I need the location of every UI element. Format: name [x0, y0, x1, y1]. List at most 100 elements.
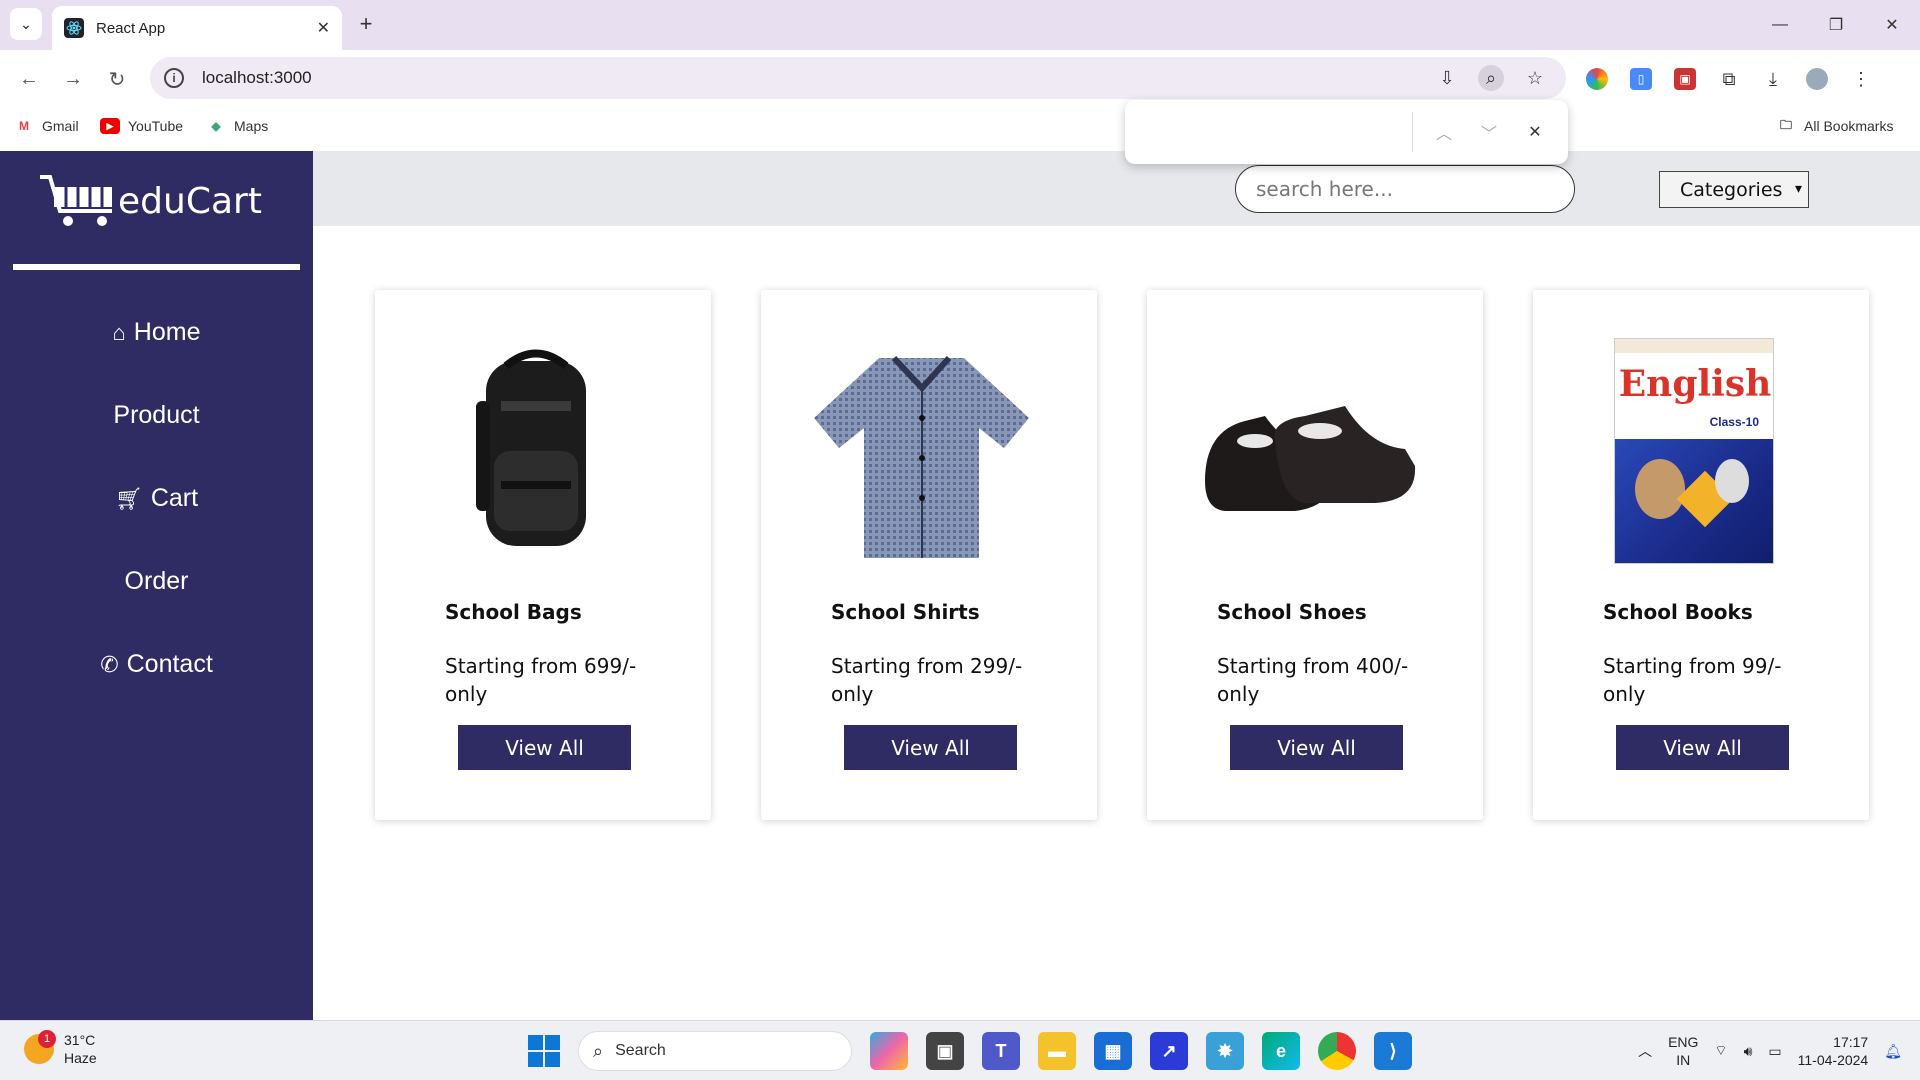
app-gear-icon[interactable]: ✸ — [1206, 1032, 1244, 1070]
browser-tab[interactable]: React App ✕ — [52, 6, 342, 50]
search-placeholder: search here... — [1256, 177, 1393, 201]
weather-temperature: 31°C — [64, 1032, 96, 1048]
tab-search-button[interactable]: ⌄ — [10, 8, 42, 40]
book-cover: English Class-10 — [1614, 338, 1774, 564]
folder-icon: 🗀 — [1779, 117, 1792, 132]
product-price: Starting from 299/- only — [831, 654, 1023, 706]
gmail-icon: M — [19, 119, 29, 133]
install-app-icon[interactable]: ⇩ — [1434, 65, 1460, 91]
react-favicon-icon — [64, 18, 84, 38]
nav-item-product[interactable]: Product — [0, 374, 313, 457]
microsoft-store-icon[interactable]: ▦ — [1094, 1032, 1132, 1070]
reload-button[interactable]: ↻ — [102, 64, 132, 94]
app-chart-icon[interactable]: ↗ — [1150, 1032, 1188, 1070]
view-all-button[interactable]: View All — [458, 725, 631, 770]
app-logo[interactable]: eduCart — [38, 173, 262, 229]
youtube-icon: ▶ — [100, 118, 120, 134]
bookmark-label: Maps — [234, 118, 269, 134]
teams-icon[interactable]: T — [982, 1032, 1020, 1070]
school-bag-image — [423, 338, 649, 564]
find-input[interactable] — [1143, 114, 1403, 150]
bookmark-gmail[interactable]: M Gmail — [14, 118, 79, 134]
taskbar-search-label: Search — [615, 1042, 666, 1059]
extension-docs-icon[interactable]: ▯ — [1630, 68, 1652, 90]
product-grid: School Bags Starting from 699/- only Vie… — [375, 290, 1869, 820]
categories-select[interactable]: Categories ▾ — [1659, 171, 1809, 208]
tab-close-icon[interactable]: ✕ — [317, 18, 330, 38]
find-close-icon[interactable]: ✕ — [1521, 118, 1549, 146]
app-header: search here... Categories ▾ — [313, 151, 1920, 226]
new-tab-button[interactable]: + — [352, 10, 380, 38]
downloads-icon[interactable]: ⤓ — [1762, 68, 1784, 90]
nav-item-home[interactable]: ⌂ Home — [0, 291, 313, 374]
address-bar[interactable]: i localhost:3000 ⇩ ⌕ ☆ — [150, 57, 1566, 99]
chevron-up-icon[interactable]: ︿ — [1638, 1041, 1652, 1061]
bookmark-youtube[interactable]: ▶ YouTube — [100, 118, 183, 134]
view-all-button[interactable]: View All — [844, 725, 1017, 770]
product-card-shoes: School Shoes Starting from 400/- only Vi… — [1147, 290, 1483, 820]
volume-icon[interactable]: 🔊︎ — [1744, 1043, 1753, 1060]
shopping-cart-logo-icon — [40, 175, 112, 226]
product-price: Starting from 99/- only — [1603, 654, 1782, 706]
book-title: English — [1618, 363, 1772, 405]
task-view-icon[interactable]: ▣ — [926, 1032, 964, 1070]
nav-item-contact[interactable]: ✆ Contact — [0, 623, 313, 706]
product-name: School Shirts — [831, 600, 980, 624]
url-text: localhost:3000 — [202, 68, 312, 87]
tab-title: React App — [96, 19, 166, 37]
nav-label: Home — [133, 318, 201, 346]
back-button[interactable]: ← — [14, 64, 44, 94]
nav-item-cart[interactable]: 🛒︎ Cart — [0, 457, 313, 540]
window-close-button[interactable]: ✕ — [1864, 0, 1920, 50]
browser-tab-strip: ⌄ React App ✕ + — ❐ ✕ — [0, 0, 1920, 50]
windows-start-icon[interactable] — [528, 1035, 560, 1067]
bookmark-maps[interactable]: ◆ Maps — [206, 118, 268, 134]
all-bookmarks[interactable]: 🗀 All Bookmarks — [1776, 117, 1893, 135]
vscode-icon[interactable]: ⟩ — [1374, 1032, 1412, 1070]
sidebar: eduCart ⌂ Home Product 🛒︎ Cart Order ✆ C… — [0, 151, 313, 1020]
cart-icon: 🛒︎ — [114, 485, 143, 511]
view-all-button[interactable]: View All — [1616, 725, 1789, 770]
restore-button[interactable]: ❐ — [1808, 0, 1864, 50]
language-bottom: IN — [1676, 1052, 1691, 1068]
language-indicator[interactable]: ENG IN — [1668, 1033, 1698, 1069]
extensions-puzzle-icon[interactable]: ⧉ — [1718, 68, 1740, 90]
browser-menu-icon[interactable]: ⋮ — [1850, 68, 1872, 90]
product-name: School Books — [1603, 600, 1753, 624]
profile-avatar[interactable] — [1806, 68, 1828, 90]
categories-label: Categories — [1680, 178, 1783, 201]
weather-widget[interactable]: 1 31°C Haze — [24, 1030, 97, 1067]
logo-divider — [13, 264, 300, 270]
chrome-icon[interactable] — [1318, 1032, 1356, 1070]
forward-button[interactable]: → — [58, 64, 88, 94]
find-bar: ︿ ﹀ ✕ — [1125, 100, 1568, 164]
school-shirt-image — [809, 338, 1035, 564]
extension-red-icon[interactable]: ▣ — [1674, 68, 1696, 90]
bookmark-star-icon[interactable]: ☆ — [1522, 65, 1548, 91]
taskbar-search[interactable]: ⌕ Search — [578, 1031, 852, 1071]
battery-icon[interactable]: ▭ — [1768, 1043, 1781, 1060]
copilot-icon[interactable] — [870, 1032, 908, 1070]
product-card-bags: School Bags Starting from 699/- only Vie… — [375, 290, 711, 820]
chevron-down-icon: ▾ — [1794, 181, 1802, 197]
find-previous-icon[interactable]: ︿ — [1430, 118, 1458, 146]
product-card-shirts: School Shirts Starting from 299/- only V… — [761, 290, 1097, 820]
weather-sun-icon: 1 — [24, 1030, 56, 1064]
view-all-button[interactable]: View All — [1230, 725, 1403, 770]
extension-color-icon[interactable] — [1586, 68, 1608, 90]
product-name: School Bags — [445, 600, 582, 624]
file-explorer-icon[interactable]: ▬ — [1038, 1032, 1076, 1070]
minimize-button[interactable]: — — [1752, 0, 1808, 50]
site-info-icon[interactable]: i — [164, 68, 184, 88]
sidebar-nav: ⌂ Home Product 🛒︎ Cart Order ✆ Contact — [0, 291, 313, 706]
system-clock[interactable]: 17:17 11-04-2024 — [1798, 1033, 1869, 1069]
browser-toolbar: ← → ↻ i localhost:3000 ⇩ ⌕ ☆ ▯ ▣ ⧉ ⤓ ⋮ — [0, 50, 1920, 108]
notification-bell-icon[interactable]: 🔔︎ — [1884, 1043, 1902, 1060]
wifi-icon[interactable]: ⌔ — [1714, 1042, 1727, 1060]
find-in-page-icon[interactable]: ⌕ — [1478, 65, 1504, 91]
nav-item-order[interactable]: Order — [0, 540, 313, 623]
nav-label: Product — [113, 401, 200, 429]
edge-icon[interactable]: e — [1262, 1032, 1300, 1070]
find-next-icon[interactable]: ﹀ — [1475, 118, 1503, 146]
search-input[interactable]: search here... — [1235, 165, 1575, 213]
